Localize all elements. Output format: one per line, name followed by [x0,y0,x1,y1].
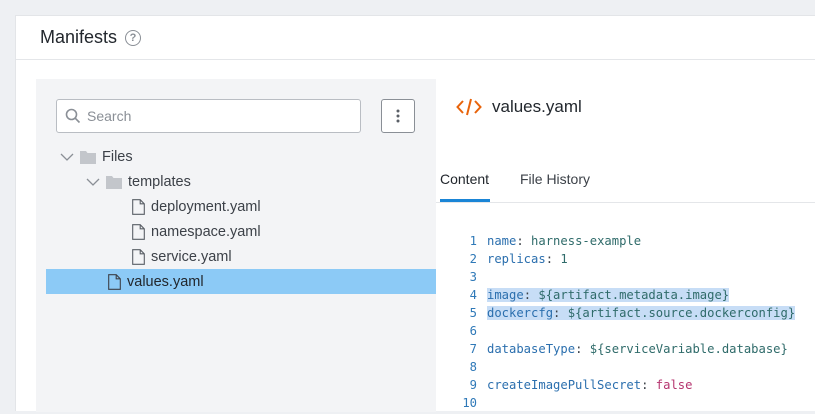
code-text: replicas: 1 [487,252,568,266]
code-line: 2 replicas: 1 [436,252,815,270]
yaml-value: ${artifact.metadata.image} [538,288,730,302]
file-header: values.yaml [456,97,582,117]
line-number: 5 [469,306,477,320]
yaml-key: replicas [487,252,546,266]
line-number: 10 [462,396,477,410]
code-line: 9 createImagePullSecret: false [436,378,815,396]
search-box[interactable] [56,99,361,133]
file-icon [132,223,145,240]
chevron-down-icon [86,178,100,186]
yaml-colon: : [523,288,539,302]
code-line: 3 [436,270,815,288]
vertical-dots-icon [396,109,400,123]
yaml-colon: : [575,342,590,356]
line-number: 4 [469,288,477,302]
more-options-button[interactable] [381,99,415,133]
line-number: 2 [469,252,477,266]
line-number: 8 [469,360,477,374]
yaml-value: ${artifact.source.dockerconfig} [567,306,796,320]
yaml-colon: : [516,234,532,248]
yaml-key: image [487,288,524,302]
yaml-key: createImagePullSecret [487,378,642,392]
tree-item-deployment-yaml[interactable]: deployment.yaml [46,194,436,219]
tab-file-history[interactable]: File History [520,171,590,187]
yaml-colon: : [553,306,568,320]
chevron-down-icon [60,153,74,161]
line-number: 6 [469,324,477,338]
search-icon [65,108,81,124]
code-line: 10 [436,396,815,414]
code-text: dockercfg: ${artifact.source.dockerconfi… [487,306,796,320]
code-text: databaseType: ${serviceVariable.database… [487,342,788,356]
tree-item-templates[interactable]: templates [46,169,436,194]
manifests-card: Manifests ? Files templ [15,15,815,412]
code-icon [456,98,482,116]
file-tabs: Content File History [436,165,815,203]
file-viewer-panel: values.yaml Content File History 1 name: … [436,79,815,412]
code-text: image: ${artifact.metadata.image} [487,288,730,302]
tree-item-label: namespace.yaml [151,223,261,240]
tree-item-service-yaml[interactable]: service.yaml [46,244,436,269]
line-number: 3 [469,270,477,284]
yaml-value: false [655,378,693,392]
line-number: 7 [469,342,477,356]
tree-item-values-yaml[interactable]: values.yaml [46,269,436,294]
search-input[interactable] [87,100,347,132]
yaml-colon: : [545,252,561,266]
help-icon[interactable]: ? [125,29,142,46]
tree-item-label: deployment.yaml [151,198,261,215]
yaml-value: 1 [560,252,568,266]
file-icon [108,273,121,290]
tree-item-namespace-yaml[interactable]: namespace.yaml [46,219,436,244]
code-line: 1 name: harness-example [436,234,815,252]
code-line: 4 image: ${artifact.metadata.image} [436,288,815,306]
tab-content[interactable]: Content [440,171,489,187]
line-number: 9 [469,378,477,392]
section-title: Manifests [40,27,118,47]
yaml-colon: : [641,378,656,392]
tree-item-files[interactable]: Files [46,144,436,169]
active-tab-indicator [440,199,490,202]
code-line: 7 databaseType: ${serviceVariable.databas… [436,342,815,360]
line-number: 1 [469,234,477,248]
code-text: createImagePullSecret: false [487,378,692,392]
folder-icon [80,150,96,164]
tree-item-label: Files [102,148,133,165]
code-line: 6 [436,324,815,342]
code-line: 5 dockercfg: ${artifact.source.dockerconf… [436,306,815,324]
yaml-value: ${serviceVariable.database} [589,342,788,356]
file-title: values.yaml [492,97,582,116]
file-tree-panel: Files templates deployment.yaml namespac… [36,79,436,412]
yaml-value: harness-example [531,234,642,248]
code-text: name: harness-example [487,234,641,248]
yaml-key: databaseType [487,342,576,356]
card-header: Manifests ? [16,16,815,60]
yaml-key: name [487,234,517,248]
file-icon [132,248,145,265]
tree-item-label: service.yaml [151,248,232,265]
tree-item-label: templates [128,173,191,190]
folder-icon [106,175,122,189]
code-line: 8 [436,360,815,378]
tree-item-label: values.yaml [127,273,204,290]
file-icon [132,198,145,215]
yaml-key: dockercfg [487,306,554,320]
